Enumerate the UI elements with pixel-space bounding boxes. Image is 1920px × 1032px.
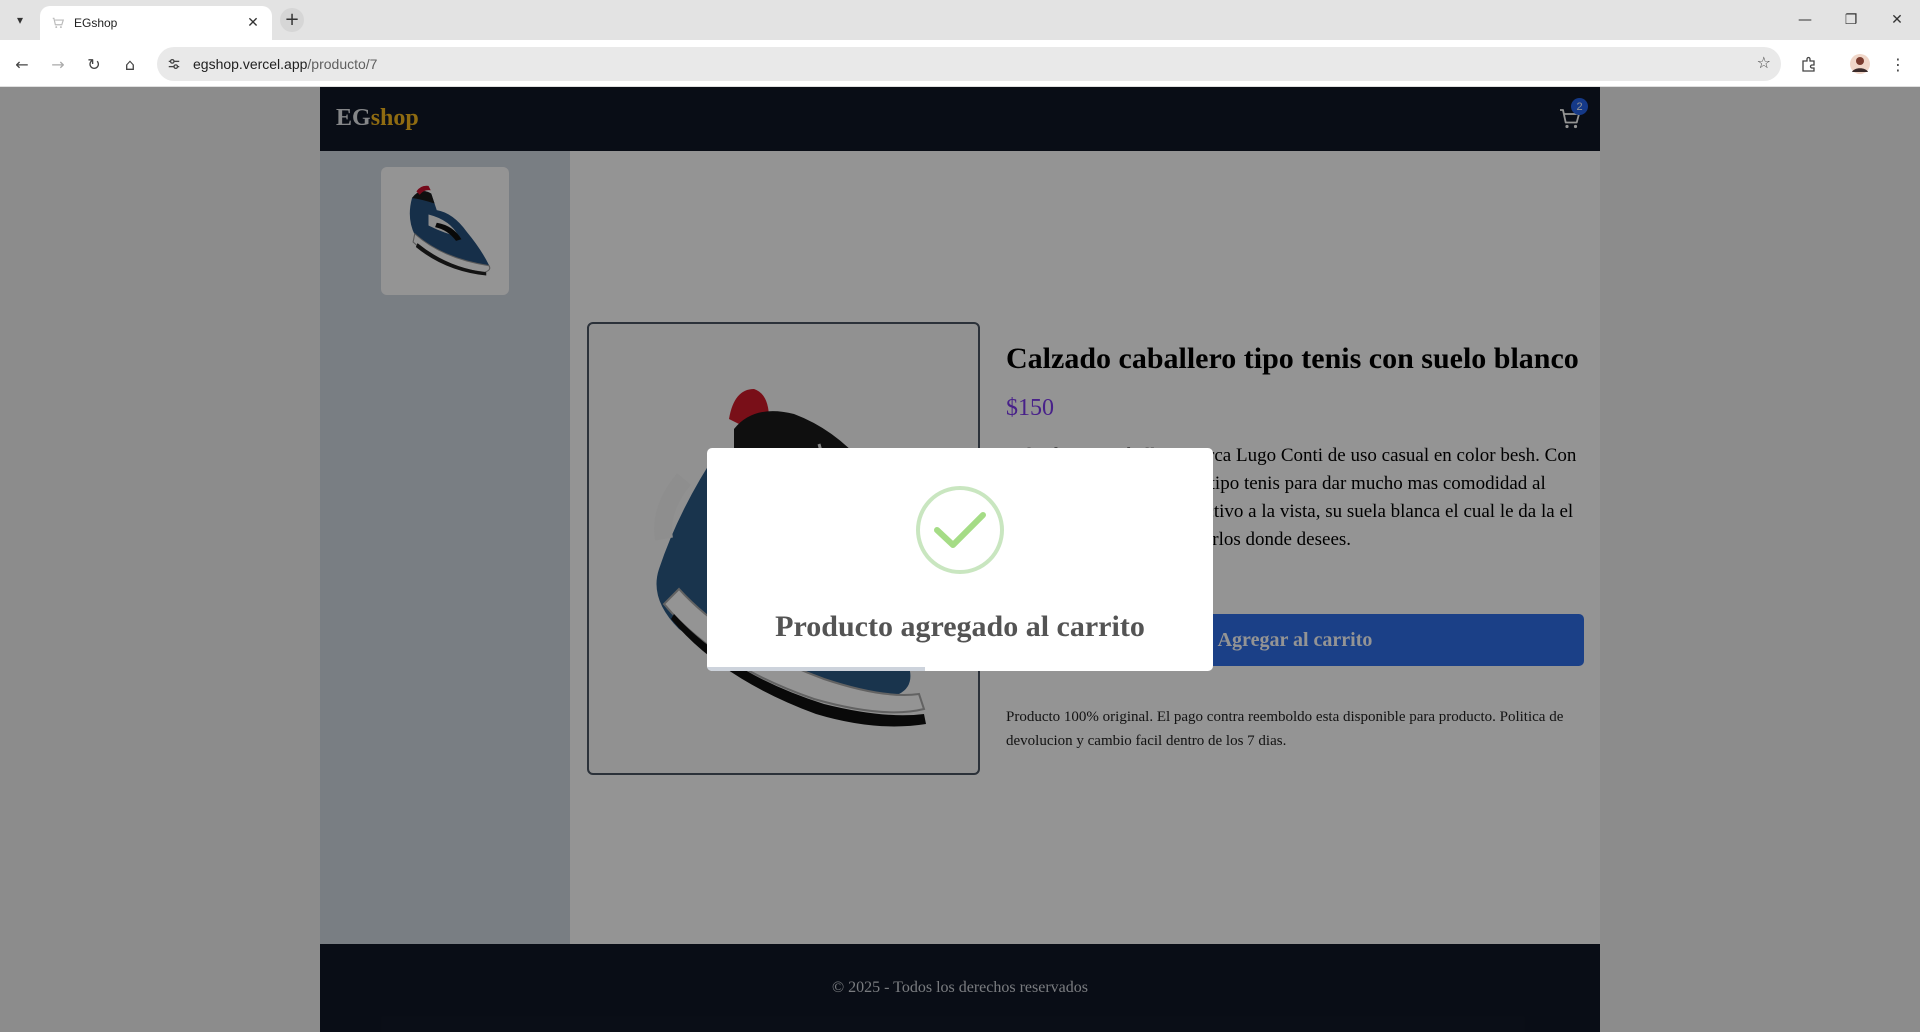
tab-title: EGshop <box>74 16 118 30</box>
url-host: egshop.vercel.app <box>193 56 308 72</box>
kebab-menu-icon[interactable]: ⋮ <box>1884 50 1912 78</box>
address-bar[interactable]: egshop.vercel.app/producto/7 ☆ <box>157 47 1781 81</box>
success-modal: Producto agregado al carrito <box>707 448 1213 671</box>
close-window-icon[interactable]: ✕ <box>1874 0 1920 40</box>
check-icon <box>916 486 1004 574</box>
star-icon[interactable]: ☆ <box>1757 53 1771 72</box>
minimize-icon[interactable]: — <box>1782 0 1828 40</box>
home-icon[interactable]: ⌂ <box>116 50 144 78</box>
puzzle-icon[interactable] <box>1795 50 1823 78</box>
chevron-down-icon[interactable]: ▾ <box>8 8 32 32</box>
browser-tab[interactable]: EGshop ✕ <box>40 6 272 40</box>
avatar[interactable] <box>1846 50 1874 78</box>
arrow-right-icon[interactable]: → <box>44 50 72 78</box>
modal-title: Producto agregado al carrito <box>775 610 1145 643</box>
timer-progress-bar <box>707 667 1213 671</box>
restore-icon[interactable]: ❐ <box>1828 0 1874 40</box>
new-tab-button[interactable]: + <box>280 8 304 32</box>
timer-progress-fill <box>707 667 925 671</box>
cart-favicon-icon <box>50 15 66 31</box>
url-text[interactable]: egshop.vercel.app/producto/7 <box>193 56 377 72</box>
browser-tabstrip: ▾ EGshop ✕ + — ❐ ✕ <box>0 0 1920 40</box>
arrow-left-icon[interactable]: ← <box>8 50 36 78</box>
browser-toolbar: ← → ↻ ⌂ egshop.vercel.app/producto/7 ☆ ⋮ <box>0 40 1920 87</box>
reload-icon[interactable]: ↻ <box>80 50 108 78</box>
tune-icon[interactable] <box>165 55 183 73</box>
url-path: /producto/7 <box>307 56 378 72</box>
window-controls: — ❐ ✕ <box>1782 0 1920 40</box>
close-icon[interactable]: ✕ <box>244 15 262 31</box>
